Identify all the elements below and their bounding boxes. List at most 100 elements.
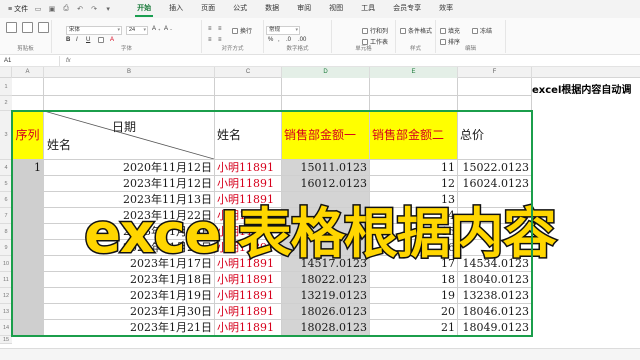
percent-button[interactable]: %	[268, 37, 273, 43]
date-cell[interactable]: 2023年1月30日	[44, 304, 215, 320]
sales2-cell[interactable]: 16	[370, 240, 458, 256]
header-name[interactable]: 姓名	[215, 111, 282, 160]
name-cell[interactable]: 小明11891	[215, 160, 282, 176]
font-color-button[interactable]: A	[110, 37, 114, 43]
menu-item[interactable]: 效率	[430, 0, 462, 18]
sales2-cell[interactable]: 21	[370, 320, 458, 336]
date-cell[interactable]: 2023年1月19日	[44, 288, 215, 304]
align-middle-button[interactable]: ≡	[218, 26, 222, 32]
menu-item[interactable]: 插入	[160, 0, 192, 18]
seq-cell[interactable]	[12, 304, 44, 320]
sales1-cell[interactable]	[282, 224, 370, 240]
undo-icon[interactable]: ↶	[76, 5, 84, 13]
row-header[interactable]: 2	[0, 96, 12, 111]
header-date-name[interactable]: 日期 姓名	[44, 111, 215, 160]
menu-item[interactable]: 工具	[352, 0, 384, 18]
sales2-cell[interactable]: 14	[370, 208, 458, 224]
fill-button[interactable]: 填充	[440, 26, 460, 35]
empty-cell[interactable]	[12, 96, 44, 111]
underline-button[interactable]: U	[86, 37, 90, 43]
menu-item[interactable]: 数据	[256, 0, 288, 18]
total-cell[interactable]: 18049.0123	[458, 320, 532, 336]
thousands-button[interactable]: ,	[278, 37, 280, 43]
font-grow-button[interactable]: A +	[152, 26, 160, 32]
row-header[interactable]: 11	[0, 272, 12, 288]
empty-cell[interactable]	[458, 96, 532, 111]
decimal-decrease-button[interactable]: .00	[298, 37, 306, 43]
sales1-cell[interactable]: 18026.0123	[282, 304, 370, 320]
sales1-cell[interactable]: 16012.0123	[282, 176, 370, 192]
date-cell[interactable]: 2023年11月23日	[44, 224, 215, 240]
seq-cell[interactable]	[12, 224, 44, 240]
date-cell[interactable]: 2020年11月12日	[44, 160, 215, 176]
total-cell[interactable]: 15022.0123	[458, 160, 532, 176]
column-header-e[interactable]: E	[370, 67, 458, 78]
redo-icon[interactable]: ↷	[90, 5, 98, 13]
sales2-cell[interactable]: 18	[370, 272, 458, 288]
menu-item[interactable]: 视图	[320, 0, 352, 18]
empty-cell[interactable]	[370, 96, 458, 111]
column-header-d[interactable]: D	[282, 67, 370, 78]
seq-cell[interactable]	[12, 240, 44, 256]
empty-cell[interactable]	[370, 78, 458, 96]
name-cell[interactable]: 小明11891	[215, 320, 282, 336]
total-cell[interactable]: 18046.0123	[458, 304, 532, 320]
seq-cell[interactable]	[12, 192, 44, 208]
sales2-cell[interactable]: 12	[370, 176, 458, 192]
bold-button[interactable]: B	[66, 37, 70, 43]
total-cell[interactable]: 14534.0123	[458, 256, 532, 272]
font-shrink-button[interactable]: A −	[164, 26, 172, 32]
font-size-select[interactable]: 24	[126, 26, 148, 35]
date-cell[interactable]: 2023年11月22日	[44, 208, 215, 224]
column-header-f[interactable]: F	[458, 67, 532, 78]
sales1-cell[interactable]	[282, 208, 370, 224]
sales1-cell[interactable]: 18028.0123	[282, 320, 370, 336]
header-seq[interactable]: 序列	[12, 111, 44, 160]
row-header[interactable]: 6	[0, 192, 12, 208]
sales2-cell[interactable]: 17	[370, 256, 458, 272]
print-icon[interactable]: ⎙	[62, 5, 70, 13]
column-header-c[interactable]: C	[215, 67, 282, 78]
total-cell[interactable]	[458, 224, 532, 240]
row-header[interactable]: 15	[0, 336, 12, 344]
date-cell[interactable]: 2023年11月12日	[44, 176, 215, 192]
file-menu[interactable]: ≡ 文件	[0, 4, 34, 14]
sales1-cell[interactable]	[282, 192, 370, 208]
empty-cell[interactable]	[282, 78, 370, 96]
name-cell[interactable]: 小明11891	[215, 192, 282, 208]
paste-button[interactable]	[22, 22, 33, 33]
sales1-cell[interactable]: 15011.0123	[282, 160, 370, 176]
select-all-corner[interactable]	[0, 67, 12, 78]
menu-item[interactable]: 会员专享	[384, 0, 430, 18]
align-left-button[interactable]: ≡	[208, 37, 212, 43]
column-header-b[interactable]: B	[44, 67, 215, 78]
font-name-select[interactable]: 宋体	[66, 26, 122, 35]
row-col-button[interactable]: 行和列	[362, 26, 388, 35]
empty-cell[interactable]	[215, 96, 282, 111]
header-sales1[interactable]: 销售部金额一	[282, 111, 370, 160]
row-header[interactable]: 4	[0, 160, 12, 176]
italic-button[interactable]: I	[76, 37, 78, 43]
sales2-cell[interactable]: 19	[370, 288, 458, 304]
chevron-down-icon[interactable]: ▾	[104, 5, 112, 13]
wrap-button[interactable]: 换行	[232, 26, 252, 35]
row-header[interactable]: 1	[0, 78, 12, 96]
folder-icon[interactable]: ▭	[34, 5, 42, 13]
menu-item[interactable]: 公式	[224, 0, 256, 18]
date-cell[interactable]: 2023年1月17日	[44, 256, 215, 272]
empty-cell[interactable]	[12, 78, 44, 96]
seq-cell[interactable]: 1	[12, 160, 44, 176]
total-cell[interactable]	[458, 208, 532, 224]
menu-item[interactable]: 页面	[192, 0, 224, 18]
empty-cell[interactable]	[44, 78, 215, 96]
name-box[interactable]: A1	[0, 55, 60, 66]
row-header[interactable]: 14	[0, 320, 12, 336]
fx-icon[interactable]: fx	[60, 58, 77, 64]
seq-cell[interactable]	[12, 208, 44, 224]
row-header[interactable]: 10	[0, 256, 12, 272]
total-cell[interactable]: 18040.0123	[458, 272, 532, 288]
seq-cell[interactable]	[12, 320, 44, 336]
menu-item[interactable]: 审阅	[288, 0, 320, 18]
seq-cell[interactable]	[12, 272, 44, 288]
header-sales2[interactable]: 销售部金额二	[370, 111, 458, 160]
